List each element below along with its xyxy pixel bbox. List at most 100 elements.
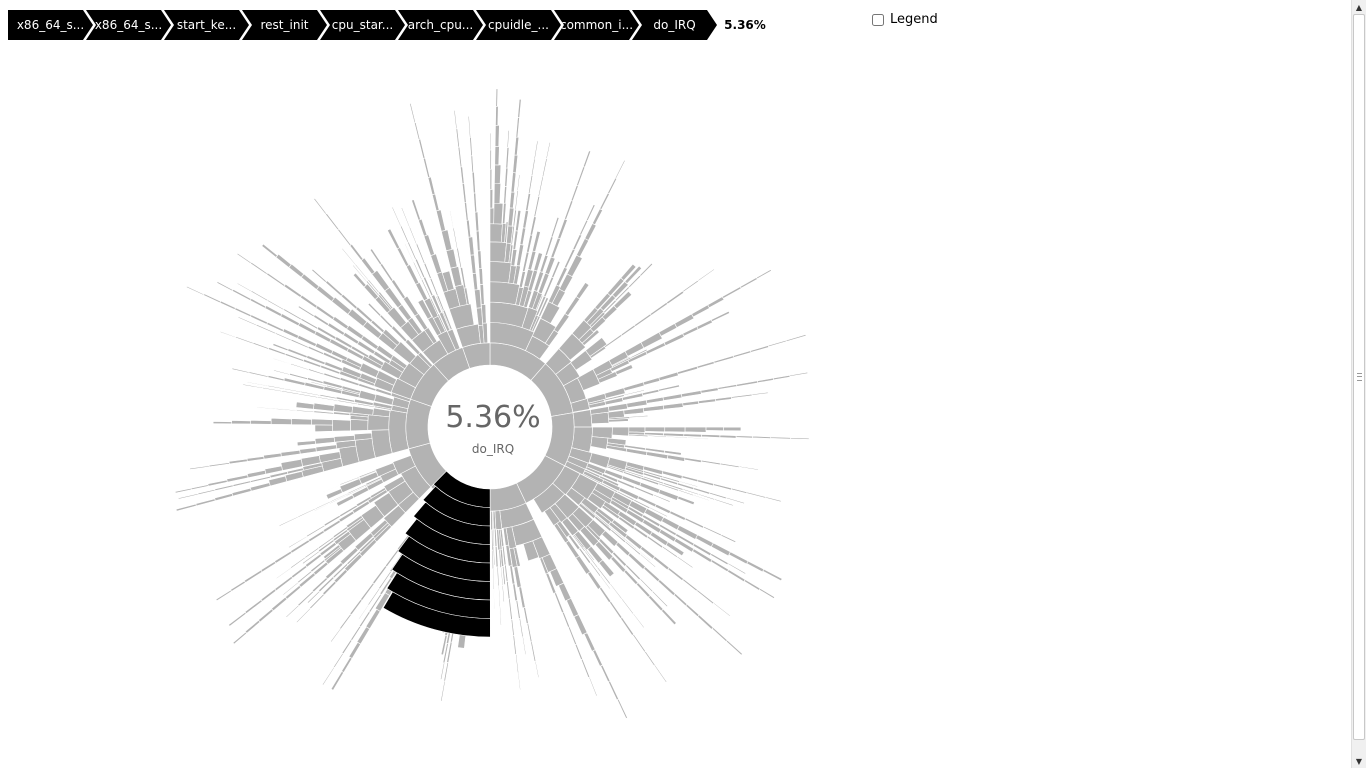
sunburst-segment[interactable] — [460, 166, 465, 184]
sunburst-segment[interactable] — [408, 226, 418, 245]
sunburst-segment[interactable] — [275, 567, 292, 580]
sunburst-segment[interactable] — [231, 487, 252, 497]
sunburst-segment[interactable] — [493, 564, 496, 585]
sunburst-segment[interactable] — [270, 417, 292, 425]
sunburst-segment[interactable] — [418, 138, 426, 159]
sunburst-segment[interactable] — [505, 147, 510, 169]
sunburst-segment[interactable] — [504, 167, 509, 187]
sunburst-segment[interactable] — [598, 559, 615, 578]
sunburst-segment[interactable] — [658, 384, 680, 392]
sunburst-segment[interactable] — [765, 496, 782, 503]
sunburst-segment[interactable] — [339, 613, 352, 630]
sunburst-segment[interactable] — [711, 627, 728, 642]
sunburst-segment[interactable] — [697, 614, 714, 630]
sunburst-segment[interactable] — [400, 207, 411, 228]
sunburst-segment[interactable] — [508, 598, 513, 621]
sunburst-segment[interactable] — [431, 193, 440, 212]
sunburst-segment[interactable] — [452, 227, 458, 249]
sunburst-segment[interactable] — [249, 298, 267, 309]
sunburst-segment[interactable] — [730, 393, 753, 399]
sunburst-segment[interactable] — [662, 402, 684, 410]
sunburst-segment[interactable] — [295, 409, 315, 413]
sunburst-segment[interactable] — [288, 263, 305, 278]
sunburst-segment[interactable] — [494, 145, 500, 166]
sunburst-segment[interactable] — [185, 285, 205, 296]
sunburst-segment[interactable] — [464, 202, 469, 221]
sunburst-segment[interactable] — [701, 434, 721, 438]
sunburst-segment[interactable] — [246, 470, 267, 479]
sunburst-segment[interactable] — [684, 517, 705, 529]
sunburst-segment[interactable] — [244, 599, 263, 615]
sunburst-segment[interactable] — [489, 189, 494, 209]
sunburst-segment[interactable] — [189, 465, 210, 470]
sunburst-segment[interactable] — [573, 614, 588, 636]
sunburst-segment[interactable] — [232, 631, 248, 645]
sunburst-segment[interactable] — [264, 465, 283, 475]
sunburst-segment[interactable] — [528, 174, 534, 194]
scroll-down-arrow-icon[interactable]: ▼ — [1352, 754, 1366, 768]
sunburst-segment[interactable] — [503, 186, 508, 204]
sunburst-segment[interactable] — [695, 534, 714, 548]
sunburst-segment[interactable] — [510, 172, 517, 193]
sunburst-segment[interactable] — [756, 269, 772, 280]
sunburst-segment[interactable] — [316, 285, 335, 302]
sunburst-segment[interactable] — [759, 588, 776, 599]
sunburst-segment[interactable] — [620, 324, 636, 337]
sunburst-segment[interactable] — [489, 223, 503, 243]
sunburst-segment[interactable] — [290, 539, 311, 554]
sunburst-segment[interactable] — [472, 272, 479, 291]
sunburst-segment[interactable] — [228, 458, 248, 465]
sunburst-segment[interactable] — [263, 452, 282, 460]
sunburst-segment[interactable] — [660, 608, 677, 626]
sunburst-segment[interactable] — [283, 377, 306, 386]
sunburst-segment[interactable] — [477, 250, 483, 269]
sunburst-segment[interactable] — [790, 437, 810, 440]
sunburst-segment[interactable] — [712, 602, 731, 617]
sunburst-segment[interactable] — [628, 426, 646, 433]
sunburst-segment[interactable] — [544, 236, 554, 256]
sunburst-segment[interactable] — [658, 323, 678, 337]
sunburst-segment[interactable] — [300, 273, 320, 290]
sunburst-segment[interactable] — [663, 333, 685, 346]
sunburst-segment[interactable] — [290, 363, 309, 371]
sunburst-segment[interactable] — [445, 248, 458, 269]
sunburst-segment[interactable] — [495, 88, 499, 107]
sunburst-segment[interactable] — [516, 174, 521, 191]
sunburst-segment[interactable] — [545, 141, 551, 159]
sunburst-segment[interactable] — [635, 582, 651, 598]
sunburst-segment[interactable] — [243, 569, 263, 584]
sunburst-segment[interactable] — [731, 487, 748, 494]
sunburst-segment[interactable] — [236, 282, 252, 292]
sunburst-segment[interactable] — [285, 604, 300, 618]
sunburst-segment[interactable] — [418, 218, 428, 237]
sunburst-segment[interactable] — [323, 372, 341, 381]
sunburst-segment[interactable] — [599, 192, 610, 210]
sunburst-segment[interactable] — [266, 272, 286, 287]
sunburst-segment[interactable] — [325, 212, 340, 231]
sunburst-segment[interactable] — [474, 289, 482, 309]
sunburst-segment[interactable] — [190, 484, 209, 491]
sunburst-segment[interactable] — [489, 168, 493, 190]
sunburst-segment[interactable] — [313, 197, 327, 215]
sunburst-segment[interactable] — [529, 216, 537, 236]
sunburst-segment[interactable] — [710, 542, 731, 557]
sunburst-segment[interactable] — [614, 159, 626, 179]
sunburst-segment[interactable] — [523, 607, 529, 624]
sunburst-segment[interactable] — [280, 449, 301, 457]
sunburst-segment[interactable] — [396, 247, 410, 267]
sunburst-segment[interactable] — [260, 561, 277, 573]
sunburst-segment[interactable] — [514, 190, 519, 211]
sunburst-segment[interactable] — [639, 262, 654, 277]
sunburst-segment[interactable] — [256, 406, 277, 410]
sunburst-segment[interactable] — [738, 465, 759, 471]
sunburst-segment[interactable] — [620, 617, 635, 636]
sunburst-segment[interactable] — [674, 313, 695, 328]
sunburst-segment[interactable] — [321, 666, 335, 686]
sunburst-segment[interactable] — [717, 384, 738, 390]
sunburst-segment[interactable] — [526, 234, 533, 253]
sunburst-segment[interactable] — [519, 227, 527, 246]
sunburst-segment[interactable] — [214, 493, 234, 502]
sunburst-segment[interactable] — [667, 454, 686, 462]
sunburst-segment[interactable] — [228, 611, 247, 627]
sunburst-segment[interactable] — [489, 149, 492, 170]
